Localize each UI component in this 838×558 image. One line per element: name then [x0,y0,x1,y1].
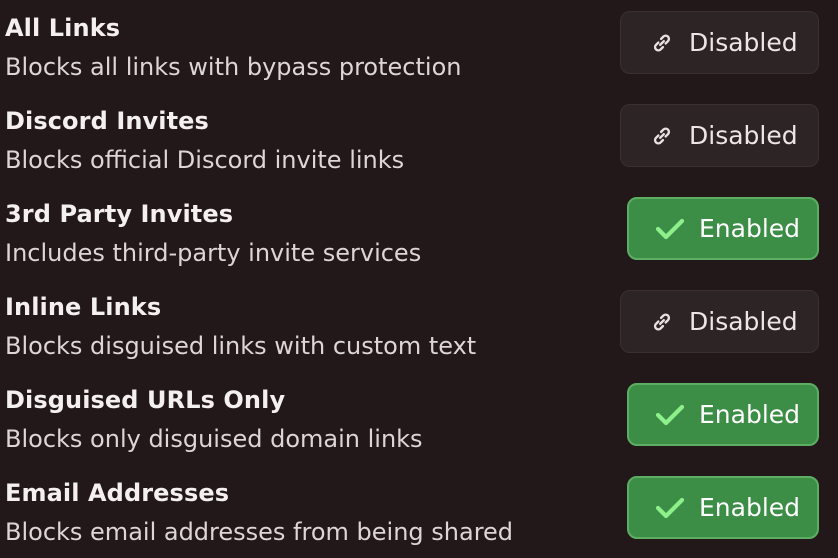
all-links-toggle-button[interactable]: Disabled [620,11,819,74]
link-filter-settings-list: All Links Blocks all links with bypass p… [0,0,838,556]
third-party-invites-toggle-button[interactable]: Enabled [627,197,819,260]
link-icon [651,125,673,147]
setting-description: Blocks official Discord invite links [5,146,405,174]
setting-title: Discord Invites [5,107,209,135]
toggle-status-label: Disabled [689,28,798,57]
disguised-urls-only-toggle-button[interactable]: Enabled [627,383,819,446]
setting-title: Disguised URLs Only [5,386,286,414]
setting-title: All Links [5,14,121,42]
setting-title: Inline Links [5,293,162,321]
link-icon [651,311,673,333]
inline-links-toggle-button[interactable]: Disabled [620,290,819,353]
setting-title: Email Addresses [5,479,230,507]
setting-description: Blocks email addresses from being shared [5,518,514,546]
setting-description: Blocks all links with bypass protection [5,53,462,81]
toggle-status-label: Enabled [699,493,801,522]
toggle-status-label: Disabled [689,307,798,336]
discord-invites-toggle-button[interactable]: Disabled [620,104,819,167]
setting-row-inline-links: Inline Links Blocks disguised links with… [0,279,838,372]
setting-description: Includes third-party invite services [5,239,422,267]
toggle-status-label: Disabled [689,121,798,150]
setting-row-third-party-invites: 3rd Party Invites Includes third-party i… [0,186,838,279]
setting-description: Blocks disguised links with custom text [5,332,477,360]
setting-row-discord-invites: Discord Invites Blocks official Discord … [0,93,838,186]
toggle-status-label: Enabled [699,400,801,429]
check-icon [655,496,685,520]
link-icon [651,32,673,54]
setting-title: 3rd Party Invites [5,200,234,228]
setting-row-all-links: All Links Blocks all links with bypass p… [0,0,838,93]
setting-description: Blocks only disguised domain links [5,425,423,453]
setting-row-email-addresses: Email Addresses Blocks email addresses f… [0,465,838,558]
check-icon [655,217,685,241]
setting-row-disguised-urls-only: Disguised URLs Only Blocks only disguise… [0,372,838,465]
check-icon [655,403,685,427]
toggle-status-label: Enabled [699,214,801,243]
email-addresses-toggle-button[interactable]: Enabled [627,476,819,539]
